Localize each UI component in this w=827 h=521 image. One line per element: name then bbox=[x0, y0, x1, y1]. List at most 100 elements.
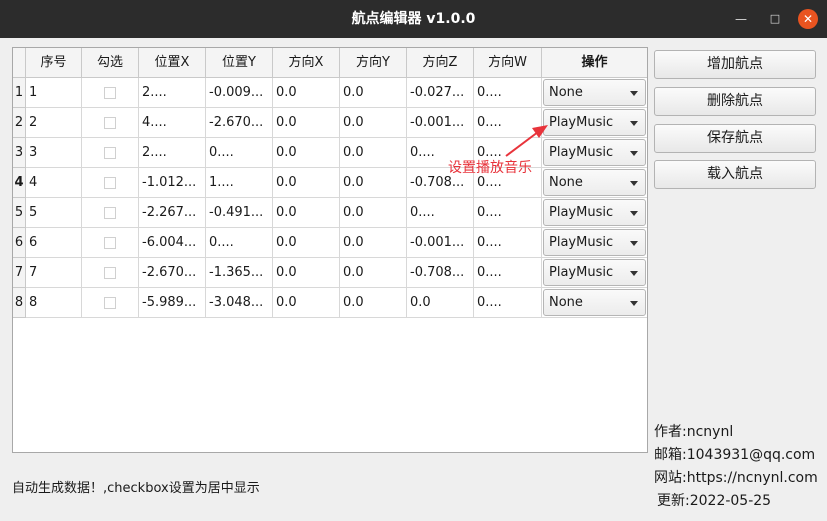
row-header[interactable]: 7 bbox=[13, 258, 26, 288]
header-select[interactable]: 勾选 bbox=[82, 48, 139, 78]
action-select[interactable]: PlayMusic bbox=[543, 259, 646, 286]
cell-seq[interactable]: 7 bbox=[26, 258, 82, 288]
table-corner[interactable] bbox=[13, 48, 26, 78]
cell-ow[interactable]: 0.... bbox=[474, 198, 542, 228]
action-select-value: PlayMusic bbox=[549, 235, 614, 250]
cell-py[interactable]: -0.009... bbox=[206, 78, 273, 108]
cell-oz[interactable]: 0.... bbox=[407, 198, 474, 228]
cell-py[interactable]: -1.365... bbox=[206, 258, 273, 288]
cell-seq[interactable]: 2 bbox=[26, 108, 82, 138]
action-select-value: None bbox=[549, 295, 583, 310]
select-cell bbox=[82, 258, 139, 288]
cell-py[interactable]: -3.048... bbox=[206, 288, 273, 318]
window-title: 航点编辑器 v1.0.0 bbox=[351, 11, 476, 27]
cell-ox[interactable]: 0.0 bbox=[273, 168, 340, 198]
cell-oz[interactable]: -0.027... bbox=[407, 78, 474, 108]
row-header[interactable]: 3 bbox=[13, 138, 26, 168]
header-action[interactable]: 操作 bbox=[542, 48, 647, 78]
chevron-down-icon bbox=[630, 181, 638, 186]
cell-py[interactable]: 0.... bbox=[206, 138, 273, 168]
cell-oz[interactable]: -0.001... bbox=[407, 228, 474, 258]
row-header[interactable]: 6 bbox=[13, 228, 26, 258]
cell-oy[interactable]: 0.0 bbox=[340, 258, 407, 288]
cell-px[interactable]: -6.004... bbox=[139, 228, 206, 258]
save-waypoint-button[interactable]: 保存航点 bbox=[654, 124, 816, 153]
cell-seq[interactable]: 3 bbox=[26, 138, 82, 168]
updated-label: 更新:2022-05-25 bbox=[657, 493, 772, 509]
cell-py[interactable]: 0.... bbox=[206, 228, 273, 258]
cell-px[interactable]: 2.... bbox=[139, 138, 206, 168]
row-header[interactable]: 5 bbox=[13, 198, 26, 228]
select-checkbox[interactable] bbox=[104, 117, 116, 129]
cell-ox[interactable]: 0.0 bbox=[273, 228, 340, 258]
load-waypoint-button[interactable]: 载入航点 bbox=[654, 160, 816, 189]
cell-seq[interactable]: 6 bbox=[26, 228, 82, 258]
row-header[interactable]: 8 bbox=[13, 288, 26, 318]
cell-px[interactable]: 4.... bbox=[139, 108, 206, 138]
cell-oy[interactable]: 0.0 bbox=[340, 78, 407, 108]
select-checkbox[interactable] bbox=[104, 267, 116, 279]
cell-oy[interactable]: 0.0 bbox=[340, 108, 407, 138]
cell-ox[interactable]: 0.0 bbox=[273, 108, 340, 138]
cell-py[interactable]: -0.491... bbox=[206, 198, 273, 228]
cell-ox[interactable]: 0.0 bbox=[273, 78, 340, 108]
chevron-down-icon bbox=[630, 151, 638, 156]
cell-oz[interactable]: 0.0 bbox=[407, 288, 474, 318]
cell-seq[interactable]: 5 bbox=[26, 198, 82, 228]
cell-px[interactable]: -2.267... bbox=[139, 198, 206, 228]
cell-ox[interactable]: 0.0 bbox=[273, 198, 340, 228]
cell-ox[interactable]: 0.0 bbox=[273, 258, 340, 288]
chevron-down-icon bbox=[630, 91, 638, 96]
cell-oy[interactable]: 0.0 bbox=[340, 198, 407, 228]
cell-ox[interactable]: 0.0 bbox=[273, 138, 340, 168]
cell-px[interactable]: -5.989... bbox=[139, 288, 206, 318]
header-seq[interactable]: 序号 bbox=[26, 48, 82, 78]
row-header[interactable]: 1 bbox=[13, 78, 26, 108]
select-checkbox[interactable] bbox=[104, 297, 116, 309]
cell-ow[interactable]: 0.... bbox=[474, 258, 542, 288]
action-select[interactable]: None bbox=[543, 289, 646, 316]
cell-oz[interactable]: -0.001... bbox=[407, 108, 474, 138]
action-select[interactable]: PlayMusic bbox=[543, 229, 646, 256]
cell-seq[interactable]: 8 bbox=[26, 288, 82, 318]
select-checkbox[interactable] bbox=[104, 207, 116, 219]
action-cell: None bbox=[542, 288, 647, 318]
cell-seq[interactable]: 1 bbox=[26, 78, 82, 108]
header-ori-x[interactable]: 方向X bbox=[273, 48, 340, 78]
row-header[interactable]: 2 bbox=[13, 108, 26, 138]
waypoint-table[interactable]: 序号 勾选 位置X 位置Y 方向X 方向Y 方向Z 方向W 操作 1 1 2.... -0.009...… bbox=[12, 47, 648, 453]
header-pos-y[interactable]: 位置Y bbox=[206, 48, 273, 78]
cell-oz[interactable]: -0.708... bbox=[407, 258, 474, 288]
cell-ow[interactable]: 0.... bbox=[474, 228, 542, 258]
cell-oy[interactable]: 0.0 bbox=[340, 228, 407, 258]
minimize-button[interactable]: — bbox=[731, 9, 751, 29]
header-ori-w[interactable]: 方向W bbox=[474, 48, 542, 78]
maximize-button[interactable]: □ bbox=[765, 9, 785, 29]
action-select[interactable]: None bbox=[543, 79, 646, 106]
delete-waypoint-button[interactable]: 删除航点 bbox=[654, 87, 816, 116]
add-waypoint-button[interactable]: 增加航点 bbox=[654, 50, 816, 79]
select-checkbox[interactable] bbox=[104, 177, 116, 189]
cell-py[interactable]: -2.670... bbox=[206, 108, 273, 138]
close-button[interactable]: ✕ bbox=[798, 9, 818, 29]
row-header[interactable]: 4 bbox=[13, 168, 26, 198]
cell-px[interactable]: -2.670... bbox=[139, 258, 206, 288]
cell-py[interactable]: 1.... bbox=[206, 168, 273, 198]
cell-oy[interactable]: 0.0 bbox=[340, 138, 407, 168]
cell-ow[interactable]: 0.... bbox=[474, 78, 542, 108]
cell-oy[interactable]: 0.0 bbox=[340, 168, 407, 198]
header-pos-x[interactable]: 位置X bbox=[139, 48, 206, 78]
cell-px[interactable]: 2.... bbox=[139, 78, 206, 108]
cell-oy[interactable]: 0.0 bbox=[340, 288, 407, 318]
select-checkbox[interactable] bbox=[104, 237, 116, 249]
header-ori-z[interactable]: 方向Z bbox=[407, 48, 474, 78]
action-select[interactable]: PlayMusic bbox=[543, 199, 646, 226]
cell-seq[interactable]: 4 bbox=[26, 168, 82, 198]
cell-ow[interactable]: 0.... bbox=[474, 288, 542, 318]
cell-ox[interactable]: 0.0 bbox=[273, 288, 340, 318]
action-select[interactable]: None bbox=[543, 169, 646, 196]
select-checkbox[interactable] bbox=[104, 147, 116, 159]
select-checkbox[interactable] bbox=[104, 87, 116, 99]
cell-px[interactable]: -1.012... bbox=[139, 168, 206, 198]
header-ori-y[interactable]: 方向Y bbox=[340, 48, 407, 78]
